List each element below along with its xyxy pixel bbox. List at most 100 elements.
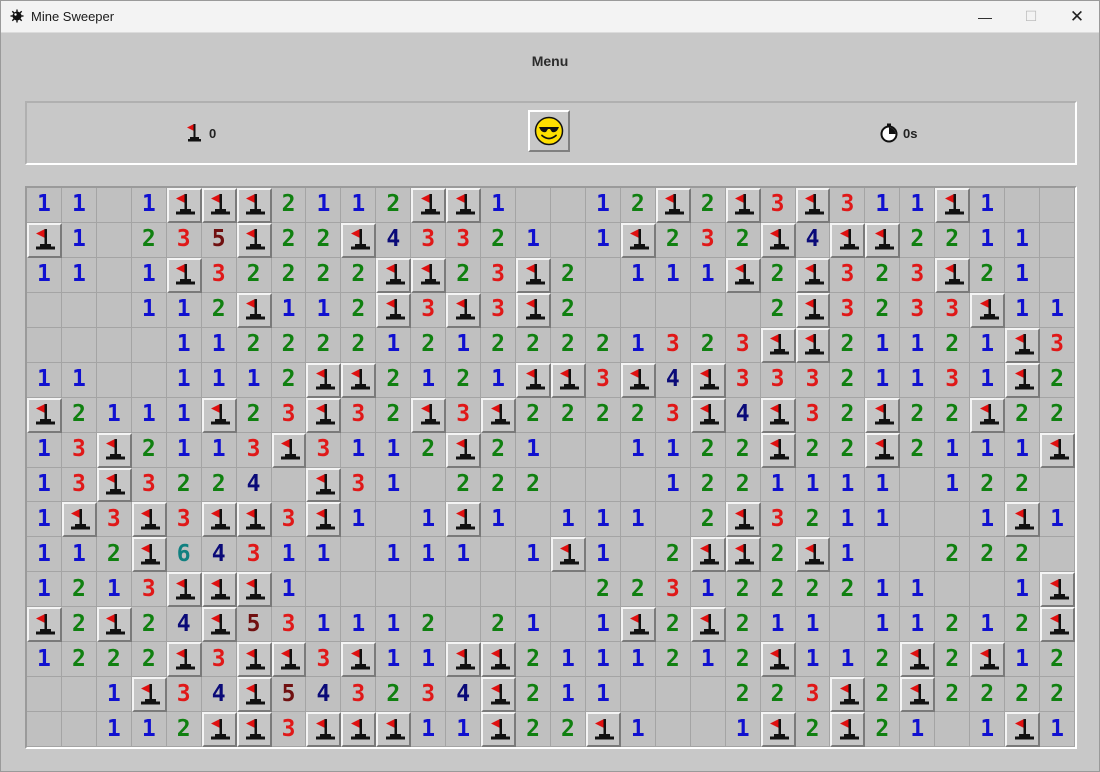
- cell-number[interactable]: 1: [551, 642, 586, 678]
- cell-number[interactable]: 1: [551, 677, 586, 713]
- cell-number[interactable]: 2: [271, 257, 307, 293]
- cell-number[interactable]: 1: [690, 572, 726, 608]
- cell-number[interactable]: 2: [516, 397, 551, 433]
- cell-number[interactable]: 1: [376, 537, 412, 573]
- cell-number[interactable]: 1: [865, 607, 901, 643]
- cell-flagged[interactable]: [306, 467, 342, 503]
- cell-flagged[interactable]: [306, 362, 342, 398]
- cell-empty[interactable]: [1040, 257, 1075, 293]
- cell-number[interactable]: 2: [1040, 677, 1075, 713]
- cell-number[interactable]: 1: [61, 362, 97, 398]
- cell-number[interactable]: 3: [725, 327, 761, 363]
- cell-flagged[interactable]: [516, 292, 551, 328]
- cell-number[interactable]: 2: [551, 257, 586, 293]
- cell-number[interactable]: 2: [481, 327, 517, 363]
- cell-flagged[interactable]: [306, 712, 342, 747]
- cell-number[interactable]: 3: [655, 397, 691, 433]
- cell-number[interactable]: 5: [271, 677, 307, 713]
- cell-empty[interactable]: [61, 292, 97, 328]
- cell-number[interactable]: 1: [585, 642, 621, 678]
- cell-number[interactable]: 2: [1040, 362, 1075, 398]
- cell-number[interactable]: 2: [481, 467, 517, 503]
- cell-number[interactable]: 2: [760, 572, 796, 608]
- cell-number[interactable]: 2: [516, 712, 551, 747]
- cell-number[interactable]: 6: [166, 537, 202, 573]
- cell-number[interactable]: 2: [690, 502, 726, 538]
- cell-number[interactable]: 3: [795, 677, 831, 713]
- cell-number[interactable]: 2: [61, 397, 97, 433]
- cell-number[interactable]: 2: [446, 257, 482, 293]
- cell-number[interactable]: 1: [900, 607, 936, 643]
- cell-number[interactable]: 2: [935, 677, 971, 713]
- cell-empty[interactable]: [900, 467, 936, 503]
- cell-number[interactable]: 1: [341, 607, 377, 643]
- cell-number[interactable]: 3: [795, 397, 831, 433]
- cell-number[interactable]: 2: [481, 432, 517, 468]
- cell-number[interactable]: 1: [970, 327, 1006, 363]
- cell-number[interactable]: 3: [271, 502, 307, 538]
- cell-number[interactable]: 2: [725, 677, 761, 713]
- cell-number[interactable]: 1: [1040, 292, 1075, 328]
- cell-number[interactable]: 1: [865, 502, 901, 538]
- cell-number[interactable]: 2: [376, 397, 412, 433]
- cell-number[interactable]: 1: [865, 572, 901, 608]
- cell-number[interactable]: 2: [865, 292, 901, 328]
- cell-number[interactable]: 1: [620, 432, 656, 468]
- cell-number[interactable]: 1: [1040, 502, 1075, 538]
- cell-number[interactable]: 1: [131, 292, 167, 328]
- cell-number[interactable]: 2: [1005, 537, 1041, 573]
- cell-number[interactable]: 1: [166, 362, 202, 398]
- cell-empty[interactable]: [585, 292, 621, 328]
- cell-number[interactable]: 2: [795, 432, 831, 468]
- cell-number[interactable]: 2: [620, 572, 656, 608]
- cell-number[interactable]: 1: [795, 642, 831, 678]
- cell-number[interactable]: 1: [446, 537, 482, 573]
- cell-number[interactable]: 2: [131, 642, 167, 678]
- cell-number[interactable]: 1: [166, 397, 202, 433]
- cell-empty[interactable]: [655, 712, 691, 747]
- cell-number[interactable]: 2: [655, 222, 691, 258]
- cell-number[interactable]: 2: [900, 432, 936, 468]
- cell-number[interactable]: 2: [481, 607, 517, 643]
- cell-empty[interactable]: [376, 572, 412, 608]
- cell-flagged[interactable]: [236, 188, 272, 223]
- cell-empty[interactable]: [725, 292, 761, 328]
- cell-number[interactable]: 4: [725, 397, 761, 433]
- cell-empty[interactable]: [690, 712, 726, 747]
- cell-number[interactable]: 2: [96, 537, 132, 573]
- cell-number[interactable]: 2: [1040, 642, 1075, 678]
- cell-empty[interactable]: [131, 362, 167, 398]
- cell-number[interactable]: 1: [900, 572, 936, 608]
- cell-number[interactable]: 2: [725, 572, 761, 608]
- cell-number[interactable]: 1: [341, 432, 377, 468]
- cell-empty[interactable]: [620, 467, 656, 503]
- cell-flagged[interactable]: [341, 642, 377, 678]
- cell-flagged[interactable]: [446, 292, 482, 328]
- minimize-button[interactable]: —: [962, 1, 1008, 32]
- cell-number[interactable]: 2: [725, 642, 761, 678]
- cell-empty[interactable]: [341, 572, 377, 608]
- cell-empty[interactable]: [585, 432, 621, 468]
- cell-number[interactable]: 2: [131, 432, 167, 468]
- cell-flagged[interactable]: [690, 362, 726, 398]
- title-bar[interactable]: Mine Sweeper — ☐ ✕: [1, 1, 1099, 33]
- cell-number[interactable]: 1: [620, 327, 656, 363]
- cell-number[interactable]: 2: [690, 432, 726, 468]
- cell-number[interactable]: 3: [655, 327, 691, 363]
- cell-number[interactable]: 1: [481, 188, 517, 223]
- cell-empty[interactable]: [96, 362, 132, 398]
- cell-number[interactable]: 1: [61, 188, 97, 223]
- cell-number[interactable]: 2: [1005, 467, 1041, 503]
- cell-flagged[interactable]: [620, 222, 656, 258]
- cell-flagged[interactable]: [446, 642, 482, 678]
- cell-number[interactable]: 2: [830, 572, 866, 608]
- cell-number[interactable]: 1: [411, 502, 447, 538]
- menu-button[interactable]: Menu: [1, 53, 1099, 69]
- cell-number[interactable]: 1: [411, 362, 447, 398]
- cell-number[interactable]: 1: [865, 188, 901, 223]
- cell-number[interactable]: 3: [271, 607, 307, 643]
- cell-empty[interactable]: [27, 677, 62, 713]
- cell-number[interactable]: 2: [411, 327, 447, 363]
- cell-number[interactable]: 1: [376, 642, 412, 678]
- cell-number[interactable]: 2: [830, 397, 866, 433]
